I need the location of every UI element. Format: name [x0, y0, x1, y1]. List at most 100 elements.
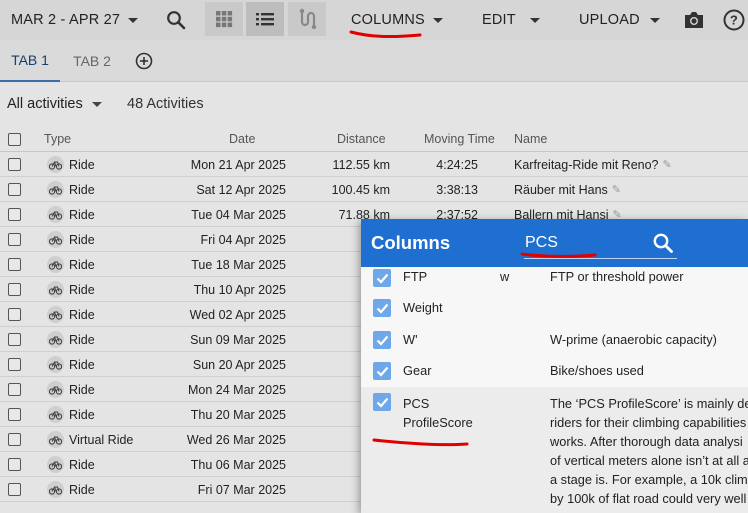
column-header-moving-time[interactable]: Moving Time [424, 126, 495, 152]
grid-view-icon [216, 11, 233, 28]
add-tab-button[interactable] [132, 40, 156, 82]
checkmark-icon [376, 397, 388, 408]
svg-text:?: ? [730, 13, 738, 28]
row-checkbox[interactable] [8, 202, 21, 227]
type-cell: Ride [47, 327, 95, 352]
select-all-checkbox[interactable] [8, 126, 21, 152]
type-label: Ride [69, 157, 95, 172]
row-checkbox[interactable] [8, 327, 21, 352]
option-checkbox[interactable] [373, 269, 391, 287]
tab-2[interactable]: TAB 2 [62, 40, 122, 82]
row-checkbox[interactable] [8, 402, 21, 427]
type-label: Ride [69, 457, 95, 472]
option-checkbox[interactable] [373, 299, 391, 317]
checkbox-box [8, 408, 21, 421]
annotation-underline [520, 252, 597, 258]
column-option-w-prime[interactable]: W' W-prime (anaerobic capacity) [361, 329, 748, 351]
bike-icon [47, 331, 64, 348]
edit-menu-button[interactable]: EDIT [482, 0, 540, 40]
type-cell: Ride [47, 277, 95, 302]
row-checkbox[interactable] [8, 152, 21, 177]
name-cell[interactable]: Karfreitag-Ride mit Reno? ✎ [514, 152, 672, 177]
column-option-weight[interactable]: Weight [361, 297, 748, 319]
help-button[interactable]: ? [723, 0, 745, 40]
row-checkbox[interactable] [8, 302, 21, 327]
option-name: Gear [403, 363, 432, 378]
edit-pencil-icon[interactable]: ✎ [663, 158, 672, 171]
moving-time-cell: 4:24:25 [436, 157, 478, 172]
row-checkbox[interactable] [8, 352, 21, 377]
table-header: Type Date Distance Moving Time Name [0, 126, 748, 152]
date-cell: Thu 10 Apr 2025 [193, 282, 286, 297]
type-cell: Ride [47, 452, 95, 477]
grid-view-button[interactable] [205, 2, 243, 36]
row-checkbox[interactable] [8, 477, 21, 502]
column-header-distance[interactable]: Distance [337, 126, 386, 152]
help-icon: ? [723, 9, 745, 31]
column-header-date[interactable]: Date [229, 126, 255, 152]
date-cell: Mon 21 Apr 2025 [190, 157, 286, 172]
type-cell: Ride [47, 402, 95, 427]
type-label: Ride [69, 357, 95, 372]
type-cell: Ride [47, 477, 95, 502]
row-checkbox[interactable] [8, 427, 21, 452]
column-header-type[interactable]: Type [44, 126, 71, 152]
date-cell: Mon 24 Mar 2025 [188, 382, 286, 397]
date-cell: Tue 18 Mar 2025 [191, 257, 286, 272]
checkmark-icon [376, 303, 388, 314]
bike-icon [47, 306, 64, 323]
search-button[interactable] [166, 0, 186, 40]
column-option-pcs-profilescore[interactable]: PCS ProfileScore The ‘PCS ProfileScore’ … [361, 387, 748, 513]
checkmark-icon [376, 335, 388, 346]
activity-filter-dropdown[interactable]: All activities [7, 82, 102, 126]
row-checkbox[interactable] [8, 277, 21, 302]
route-view-button[interactable] [288, 2, 326, 36]
type-label: Ride [69, 182, 95, 197]
table-row[interactable]: Ride Sat 12 Apr 2025 100.45 km 3:38:13 Räube… [0, 177, 748, 202]
checkbox-box [8, 458, 21, 471]
column-header-name[interactable]: Name [514, 126, 547, 152]
upload-menu-button[interactable]: UPLOAD [579, 0, 660, 40]
checkbox-box [8, 208, 21, 221]
bike-icon [47, 456, 64, 473]
distance-cell: 112.55 km [332, 157, 390, 172]
option-description: Bike/shoes used [550, 363, 644, 378]
annotation-underline [372, 438, 469, 447]
date-range-selector[interactable]: MAR 2 - APR 27 [11, 0, 139, 40]
chevron-down-icon [128, 17, 139, 23]
row-checkbox[interactable] [8, 452, 21, 477]
row-checkbox[interactable] [8, 227, 21, 252]
column-option-ftp[interactable]: FTP w FTP or threshold power [361, 267, 748, 289]
option-description-line: The ‘PCS ProfileScore’ is mainly de [550, 396, 748, 411]
checkmark-icon [376, 273, 388, 284]
option-description-line: of vertical meters alone isn’t at all a [550, 453, 748, 468]
date-cell: Fri 07 Mar 2025 [197, 482, 286, 497]
edit-pencil-icon[interactable]: ✎ [612, 183, 621, 196]
plus-circle-icon [135, 52, 153, 70]
row-checkbox[interactable] [8, 377, 21, 402]
row-checkbox[interactable] [8, 177, 21, 202]
option-checkbox[interactable] [373, 331, 391, 349]
bike-icon [47, 156, 64, 173]
table-row[interactable]: Ride Mon 21 Apr 2025 112.55 km 4:24:25 Karfr… [0, 152, 748, 177]
search-icon [167, 11, 186, 30]
option-checkbox[interactable] [373, 393, 391, 411]
upload-label: UPLOAD [579, 12, 640, 28]
row-checkbox[interactable] [8, 252, 21, 277]
type-cell: Ride [47, 177, 95, 202]
tab-1[interactable]: TAB 1 [0, 40, 60, 82]
columns-dialog: Columns PCS FTP w FTP or threshold power… [361, 219, 748, 513]
activity-filter-label: All activities [7, 96, 83, 112]
name-cell[interactable]: Räuber mit Hans ✎ [514, 177, 621, 202]
date-cell: Sun 09 Mar 2025 [190, 332, 286, 347]
checkmark-icon [376, 366, 388, 377]
camera-button[interactable] [683, 0, 705, 40]
list-view-button[interactable] [246, 2, 284, 36]
bike-icon [47, 231, 64, 248]
option-checkbox[interactable] [373, 362, 391, 380]
search-icon[interactable] [652, 232, 674, 254]
column-option-gear[interactable]: Gear Bike/shoes used [361, 360, 748, 382]
checkbox-box [8, 158, 21, 171]
bike-icon [47, 206, 64, 223]
type-label: Ride [69, 407, 95, 422]
